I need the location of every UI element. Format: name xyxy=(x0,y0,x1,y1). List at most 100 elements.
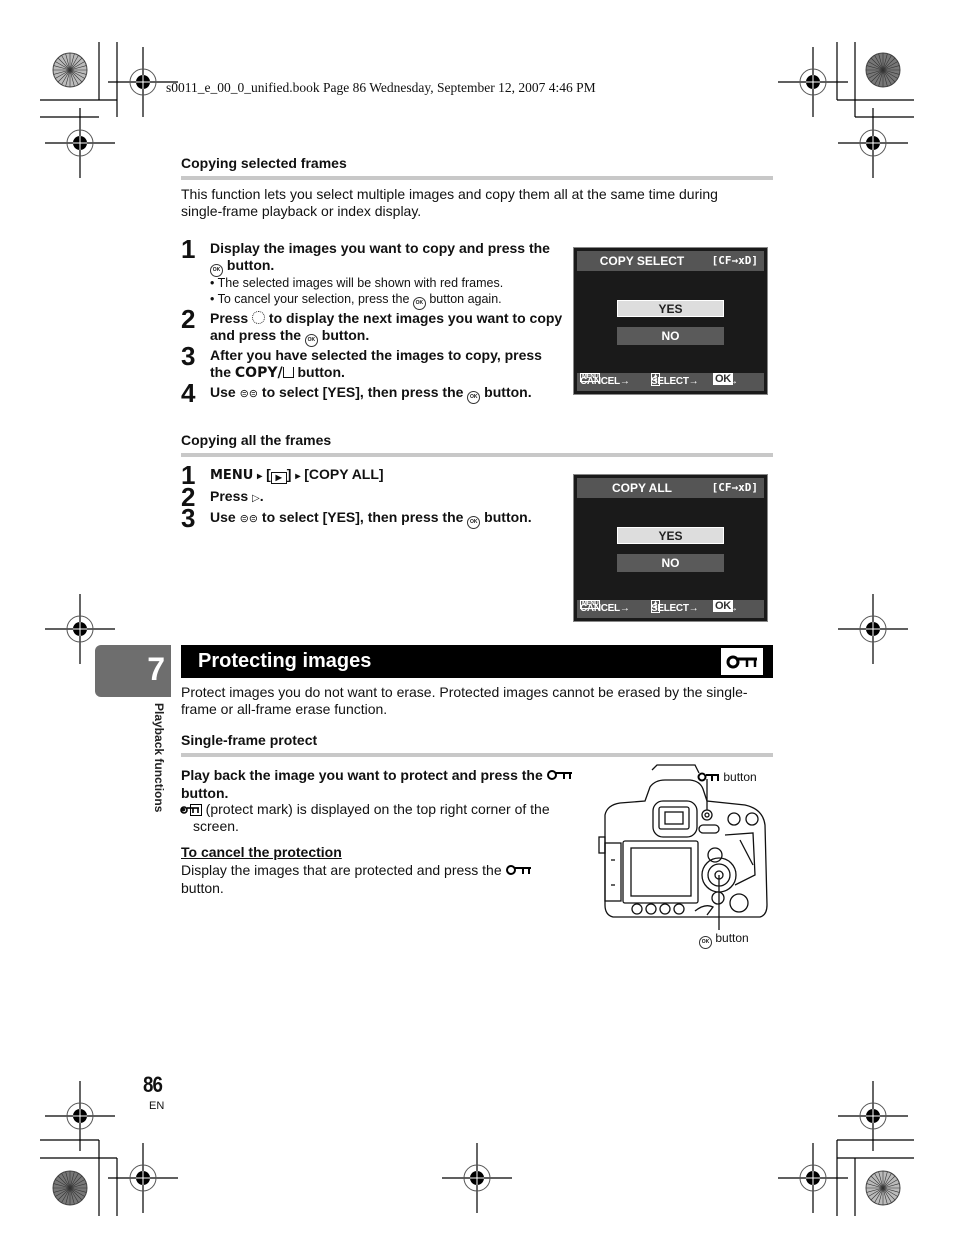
step-text: to select [YES], then press the xyxy=(258,509,468,525)
step-number: 4 xyxy=(181,378,196,408)
section-banner: Protecting images xyxy=(181,645,773,678)
section-rule xyxy=(181,176,773,180)
bullet-item: • The selected images will be shown with… xyxy=(210,276,504,290)
instruction-text: Play back the image you want to protect … xyxy=(181,767,547,783)
menu-label: MENU xyxy=(210,468,254,483)
section-intro: Protect images you do not want to erase.… xyxy=(181,684,748,717)
cancel-text: button. xyxy=(181,879,224,896)
callout-label: button xyxy=(723,770,757,784)
protect-key-icon xyxy=(546,768,573,785)
up-down-key-icon: ▴ ▾ xyxy=(651,600,660,613)
protect-button-callout: button xyxy=(697,770,757,785)
banner-title: Protecting images xyxy=(198,650,372,672)
bullet-text: To cancel your selection, press the xyxy=(217,292,413,306)
step-text: Press xyxy=(210,488,253,504)
protect-instruction: Play back the image you want to protect … xyxy=(181,767,591,802)
menu-key-icon: MENU xyxy=(580,600,601,609)
step-text: Use xyxy=(210,384,240,400)
lcd-option-yes: YES xyxy=(617,527,724,544)
step-text: button. xyxy=(480,509,532,525)
lcd-title-bar: COPY SELECT [CF→xD] xyxy=(577,251,764,271)
step-text: Display the images you want to copy and … xyxy=(210,240,550,256)
registration-mark xyxy=(45,108,115,178)
arrow-separator: ▸ xyxy=(257,471,263,482)
lcd-mode: [CF→xD] xyxy=(711,254,758,267)
instruction-text: button. xyxy=(181,784,229,801)
ok-button-icon: OK xyxy=(699,936,712,949)
ok-key-icon: OK xyxy=(713,373,733,385)
ok-button-icon: OK xyxy=(467,516,481,529)
ok-button-callout: OK button xyxy=(699,931,749,949)
camera-back-illustration xyxy=(598,764,768,930)
registration-mark xyxy=(838,594,908,664)
subheading-single-frame-protect: Single-frame protect xyxy=(181,732,318,748)
step-number: 1 xyxy=(181,234,196,264)
section-intro: This function lets you select multiple i… xyxy=(181,186,718,219)
protect-key-icon xyxy=(697,771,720,785)
bullet-text: (protect mark) is displayed on the top r… xyxy=(193,801,550,834)
color-wheel-mark xyxy=(865,52,901,88)
lcd-title: COPY SELECT xyxy=(599,254,685,268)
color-wheel-mark xyxy=(52,1170,88,1206)
section-heading-copy-selected: Copying selected frames xyxy=(181,155,347,171)
cancel-protection-heading: To cancel the protection xyxy=(181,844,342,860)
playback-icon: ▶ xyxy=(270,472,287,484)
color-wheel-mark xyxy=(52,52,88,88)
step-text: button. xyxy=(317,327,370,343)
step-text: button. xyxy=(293,364,345,380)
protect-key-icon xyxy=(505,863,532,880)
lcd-copy-select-screen: COPY SELECT [CF→xD] YES NO CANCEL→ MENU SE… xyxy=(573,247,768,395)
section-heading-copy-all: Copying all the frames xyxy=(181,432,332,448)
step-number: 3 xyxy=(181,341,196,371)
registration-mark xyxy=(838,108,908,178)
up-down-arrow-icon: ⊜⊜ xyxy=(239,513,259,525)
color-wheel-mark xyxy=(865,1170,901,1206)
chapter-number: 7 xyxy=(147,651,165,687)
protect-key-icon xyxy=(721,648,763,675)
section-rule xyxy=(181,453,773,457)
arrow-separator: ▸ xyxy=(295,471,301,482)
lcd-option-yes: YES xyxy=(617,300,724,317)
lcd-footer: CANCEL→MENU SELECT→ ▴▾ GO→ OK xyxy=(577,373,764,391)
page-number: 86 xyxy=(143,1072,163,1097)
up-down-arrow-icon: ⊜⊜ xyxy=(239,388,259,400)
step-text: Press xyxy=(210,310,253,326)
lcd-title: COPY ALL xyxy=(611,481,672,495)
menu-item: [COPY ALL] xyxy=(304,466,384,482)
right-arrow-icon: ▷ xyxy=(252,493,260,504)
step-text: to select [YES], then press the xyxy=(258,384,468,400)
lcd-footer: CANCEL→MENU SELECT→ ▴▾ GO→ OK xyxy=(577,600,764,618)
ok-button-icon: OK xyxy=(467,391,481,404)
lcd-title-bar: COPY ALL [CF→xD] xyxy=(577,478,764,498)
cancel-text: Display the images that are protected an… xyxy=(181,862,506,878)
menu-key-icon: MENU xyxy=(580,373,601,382)
ok-key-icon: OK xyxy=(713,600,733,612)
ok-button-icon: OK xyxy=(412,297,426,310)
registration-mark xyxy=(108,1143,178,1213)
ok-button-icon: OK xyxy=(304,334,318,347)
section-rule xyxy=(181,753,773,757)
step-number: 3 xyxy=(181,503,196,533)
step-text: . xyxy=(259,488,264,504)
lcd-option-no: NO xyxy=(617,327,724,345)
lcd-mode: [CF→xD] xyxy=(711,481,758,494)
cancel-protection-text: Display the images that are protected an… xyxy=(181,862,561,897)
lcd-option-no: NO xyxy=(617,554,724,572)
bullet-item: • To cancel your selection, press the OK… xyxy=(210,291,502,310)
bullet-text: button again. xyxy=(425,292,502,306)
registration-mark xyxy=(442,1143,512,1213)
print-header: s0011_e_00_0_unified.book Page 86 Wednes… xyxy=(166,80,596,95)
step-text: Use xyxy=(210,509,240,525)
bullet-item: • (protect mark) is displayed on the top… xyxy=(179,801,550,834)
chapter-side-label: Playback functions xyxy=(152,703,166,813)
step-text: button. xyxy=(223,257,275,273)
step-text: button. xyxy=(480,384,532,400)
lcd-copy-all-screen: COPY ALL [CF→xD] YES NO CANCEL→ MENU SELEC… xyxy=(573,474,768,622)
copy-button-label: COPY/ xyxy=(234,365,283,381)
print-icon xyxy=(282,367,294,378)
chapter-tab: 7 xyxy=(95,645,171,697)
page-language: EN xyxy=(149,1100,165,1112)
step-number: 2 xyxy=(181,304,196,334)
callout-label: button xyxy=(715,931,749,945)
bullet-text: The selected images will be shown with r… xyxy=(217,276,504,290)
